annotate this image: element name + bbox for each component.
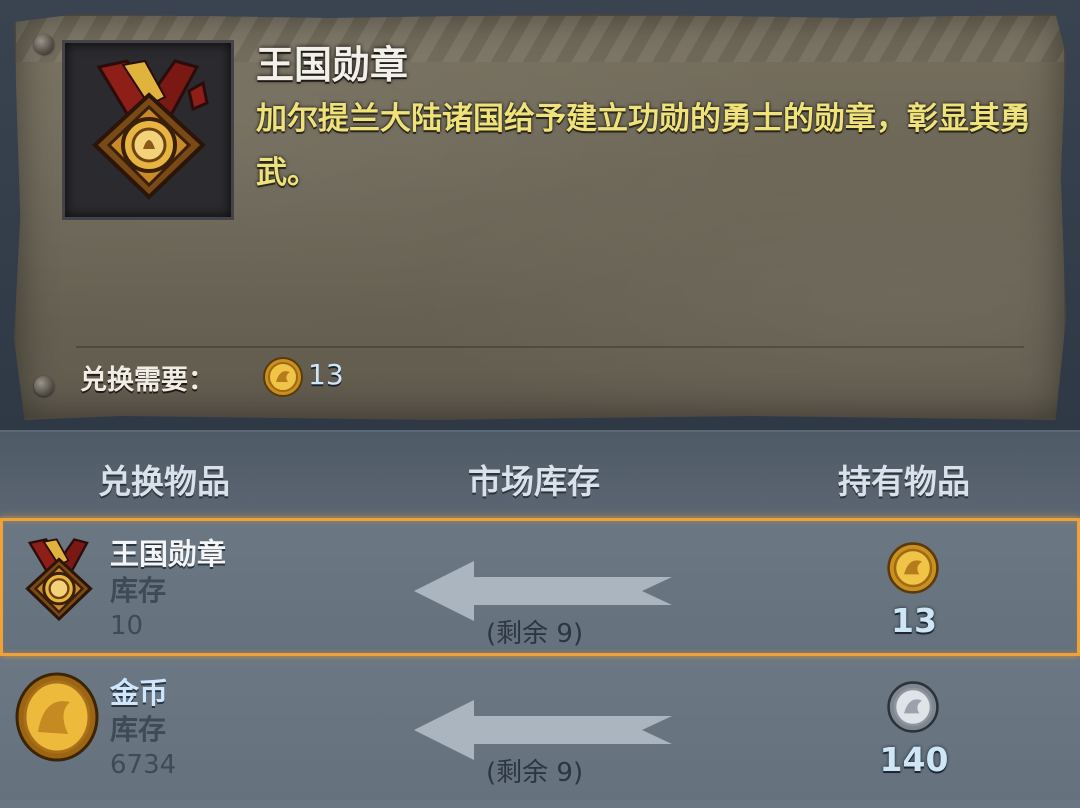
selection-border — [0, 521, 3, 653]
exchange-arrow-icon — [414, 700, 672, 760]
gold-medal-coin-icon — [887, 542, 939, 594]
exchange-requirement-value: 13 — [308, 358, 344, 391]
exchange-requirement-label: 兑换需要： — [80, 365, 215, 396]
item-icon-frame — [62, 40, 234, 220]
gold-coin-icon — [15, 672, 99, 762]
rivet-icon — [34, 34, 54, 54]
gold-medal-coin-icon — [263, 357, 303, 397]
item-title: 王国勋章 — [256, 43, 409, 87]
column-header-market-stock: 市场库存 — [468, 462, 600, 501]
row-stock-value: 6734 — [110, 750, 177, 780]
silver-coin-icon — [887, 681, 939, 733]
row-remaining: (剩余 9) — [486, 758, 584, 788]
item-description: 加尔提兰大陆诸国给予建立功勋的勇士的勋章，彰显其勇武。 — [256, 101, 1031, 191]
rivet-icon — [34, 376, 54, 396]
column-header-held-item: 持有物品 — [838, 462, 970, 501]
panel-divider — [76, 346, 1024, 348]
row-remaining: (剩余 9) — [486, 619, 584, 649]
exchange-arrow-icon — [414, 561, 672, 621]
row-held-value: 13 — [891, 601, 937, 640]
row-stock-label: 库存 — [110, 713, 167, 746]
exchange-row-gold-coin[interactable]: 金币 库存 6734 (剩余 9) 140 — [0, 660, 1080, 800]
column-header-exchange-item: 兑换物品 — [98, 462, 230, 501]
row-stock-value: 10 — [110, 611, 144, 641]
row-item-name: 王国勋章 — [110, 537, 227, 571]
row-stock-label: 库存 — [110, 574, 167, 607]
row-item-name: 金币 — [110, 676, 169, 710]
kingdom-medal-icon — [92, 59, 209, 200]
row-held-value: 140 — [879, 740, 949, 779]
kingdom-medal-icon — [25, 538, 93, 622]
exchange-row-kingdom-medal[interactable]: 王国勋章 库存 10 (剩余 9) 13 — [0, 518, 1080, 656]
